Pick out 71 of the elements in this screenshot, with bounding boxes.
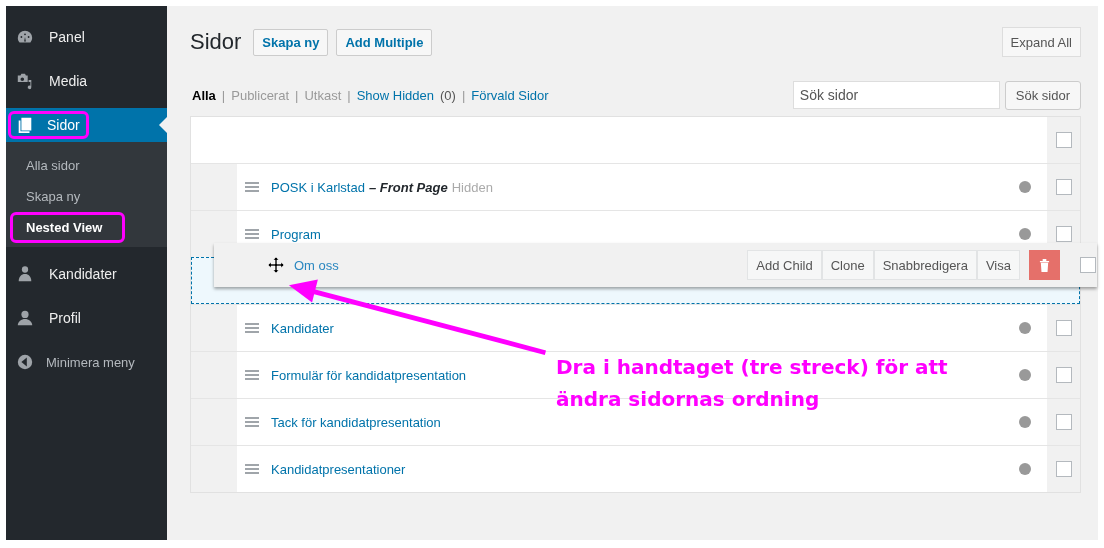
- move-cursor-icon: [268, 257, 284, 273]
- status-dot: [1019, 181, 1031, 193]
- menu-item[interactable]: Media: [6, 64, 167, 98]
- menu-label: Kandidater: [48, 265, 118, 284]
- status-dot: [1019, 369, 1031, 381]
- menu-label: Profil: [48, 309, 82, 328]
- drag-handle-icon[interactable]: [245, 417, 259, 427]
- page-title: Sidor: [190, 29, 242, 55]
- separator: |: [461, 87, 466, 103]
- collapse-menu-button[interactable]: Minimera meny: [6, 345, 167, 379]
- checkbox[interactable]: [1055, 367, 1072, 383]
- status-dot: [1019, 322, 1031, 334]
- submenu-item[interactable]: Nested View: [10, 212, 125, 243]
- page-title-link[interactable]: POSK i Karlstad: [271, 179, 365, 195]
- pages-icon: [16, 116, 34, 134]
- checkbox[interactable]: [1055, 132, 1072, 148]
- drag-handle-icon[interactable]: [245, 464, 259, 474]
- status-dot: [1019, 463, 1031, 475]
- checkbox[interactable]: [1080, 257, 1096, 273]
- row-action-button[interactable]: Add Child: [747, 250, 822, 280]
- submenu-item[interactable]: Alla sidor: [10, 150, 163, 181]
- row-action-button[interactable]: Snabbredigera: [873, 250, 977, 280]
- filter-count: (0): [440, 87, 456, 103]
- drag-handle-icon[interactable]: [245, 323, 259, 333]
- checkbox[interactable]: [1055, 226, 1072, 242]
- add-button[interactable]: Add Multiple: [336, 28, 433, 56]
- page-title-link[interactable]: Om oss: [294, 257, 339, 273]
- page-title-link[interactable]: Kandidatpresentationer: [271, 461, 406, 477]
- row-action-button[interactable]: Clone: [821, 250, 874, 280]
- menu-item[interactable]: Panel: [6, 20, 167, 54]
- expand-all-button[interactable]: Expand All: [1001, 27, 1081, 57]
- separator: |: [347, 87, 351, 103]
- menu-item[interactable]: Kandidater: [6, 257, 167, 291]
- menu-label: Media: [48, 72, 89, 91]
- submenu-item[interactable]: Skapa ny: [10, 181, 163, 212]
- dragged-row[interactable]: Om oss Add Child Clone Snabbredigera Visa: [214, 243, 1097, 287]
- annotation-text: Dra i handtaget (tre streck) för att ändra sidornas ordning: [556, 354, 948, 413]
- filter-link[interactable]: Show Hidden: [356, 87, 434, 103]
- row-action-button[interactable]: Visa: [976, 250, 1020, 280]
- camera-music-icon: [16, 72, 34, 90]
- status-dot: [1019, 416, 1031, 428]
- drag-handle-icon[interactable]: [245, 370, 259, 380]
- hidden-label: Hidden: [451, 179, 493, 195]
- page-title-link[interactable]: Tack för kandidatpresentation: [271, 414, 441, 430]
- filter-link[interactable]: Alla: [192, 87, 216, 103]
- trash-icon: [1039, 258, 1050, 272]
- drag-handle-icon[interactable]: [245, 229, 259, 239]
- menu-label: Sidor: [8, 111, 89, 139]
- menu-item[interactable]: Profil: [6, 301, 167, 335]
- search-field[interactable]: Sök sidor: [792, 81, 1000, 109]
- collapse-icon: [16, 353, 34, 371]
- add-button[interactable]: Skapa ny: [253, 28, 329, 56]
- delete-button[interactable]: [1029, 250, 1060, 280]
- menu-label: Panel: [48, 28, 86, 47]
- person-icon: [16, 265, 34, 283]
- page-title-link[interactable]: Kandidater: [271, 320, 334, 336]
- checkbox[interactable]: [1055, 461, 1072, 477]
- separator: |: [221, 87, 226, 103]
- checkbox[interactable]: [1055, 179, 1072, 195]
- menu-item[interactable]: Sidor: [6, 108, 167, 142]
- page-title-link[interactable]: Formulär för kandidatpresentation: [271, 367, 467, 383]
- person-icon: [16, 309, 34, 327]
- drag-handle-icon[interactable]: [245, 182, 259, 192]
- status-dot: [1019, 228, 1031, 240]
- filter-link[interactable]: Förvald Sidor: [471, 87, 549, 103]
- page-state-label: – Front Page: [368, 179, 448, 195]
- search-button[interactable]: Sök sidor: [1004, 80, 1081, 110]
- checkbox[interactable]: [1055, 414, 1072, 430]
- page-title-link[interactable]: Program: [271, 226, 321, 242]
- checkbox[interactable]: [1055, 320, 1072, 336]
- separator: |: [295, 87, 299, 103]
